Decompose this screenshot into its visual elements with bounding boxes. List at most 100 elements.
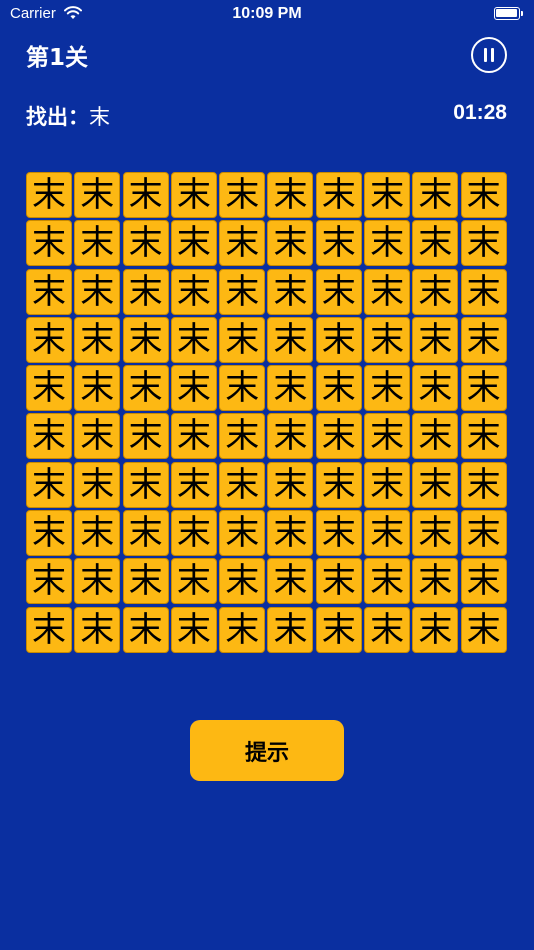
grid-tile[interactable]: 末 xyxy=(315,461,362,508)
grid-tile[interactable]: 末 xyxy=(219,365,266,412)
grid-tile[interactable]: 末 xyxy=(412,558,459,605)
grid-tile[interactable]: 末 xyxy=(74,365,121,412)
grid-tile[interactable]: 末 xyxy=(122,461,169,508)
grid-tile[interactable]: 末 xyxy=(26,461,72,508)
grid-tile[interactable]: 末 xyxy=(460,413,507,460)
grid-tile[interactable]: 末 xyxy=(267,268,314,315)
grid-tile[interactable]: 末 xyxy=(170,316,217,363)
grid-tile[interactable]: 末 xyxy=(219,268,266,315)
grid-tile[interactable]: 末 xyxy=(364,172,411,218)
grid-tile[interactable]: 末 xyxy=(74,558,121,605)
grid-tile[interactable]: 末 xyxy=(122,268,169,315)
grid-tile[interactable]: 末 xyxy=(364,316,411,363)
grid-tile[interactable]: 末 xyxy=(122,172,169,218)
grid-tile[interactable]: 末 xyxy=(74,606,121,653)
grid-tile[interactable]: 末 xyxy=(460,316,507,363)
grid-tile[interactable]: 末 xyxy=(364,365,411,412)
grid-tile[interactable]: 末 xyxy=(219,172,266,218)
grid-tile[interactable]: 末 xyxy=(364,268,411,315)
grid-tile[interactable]: 末 xyxy=(412,220,459,267)
grid-tile[interactable]: 末 xyxy=(219,461,266,508)
grid-tile[interactable]: 末 xyxy=(74,316,121,363)
grid-tile[interactable]: 末 xyxy=(460,558,507,605)
grid-tile[interactable]: 末 xyxy=(170,413,217,460)
grid-tile[interactable]: 末 xyxy=(315,172,362,218)
grid-tile[interactable]: 末 xyxy=(74,413,121,460)
grid-tile[interactable]: 末 xyxy=(364,461,411,508)
grid-tile[interactable]: 末 xyxy=(460,220,507,267)
grid-tile[interactable]: 末 xyxy=(364,558,411,605)
grid-tile[interactable]: 末 xyxy=(170,461,217,508)
grid-tile[interactable]: 末 xyxy=(460,461,507,508)
grid-tile[interactable]: 末 xyxy=(26,510,72,557)
grid-tile[interactable]: 末 xyxy=(170,606,217,653)
grid-tile[interactable]: 末 xyxy=(26,413,72,460)
grid-tile[interactable]: 末 xyxy=(315,510,362,557)
grid-tile[interactable]: 末 xyxy=(74,268,121,315)
grid-tile[interactable]: 末 xyxy=(74,510,121,557)
grid-tile[interactable]: 末 xyxy=(26,220,72,267)
grid-tile[interactable]: 末 xyxy=(219,558,266,605)
grid-tile[interactable]: 末 xyxy=(170,365,217,412)
grid-tile[interactable]: 末 xyxy=(122,413,169,460)
grid-tile[interactable]: 末 xyxy=(460,172,507,218)
grid-tile[interactable]: 末 xyxy=(170,220,217,267)
grid-tile[interactable]: 末 xyxy=(122,365,169,412)
grid-tile[interactable]: 末 xyxy=(364,413,411,460)
grid-tile[interactable]: 末 xyxy=(267,606,314,653)
grid-tile[interactable]: 末 xyxy=(122,606,169,653)
grid-tile[interactable]: 末 xyxy=(364,220,411,267)
grid-tile[interactable]: 末 xyxy=(315,365,362,412)
grid-tile[interactable]: 末 xyxy=(315,316,362,363)
grid-tile[interactable]: 末 xyxy=(364,510,411,557)
grid-tile[interactable]: 末 xyxy=(74,220,121,267)
grid-tile[interactable]: 末 xyxy=(26,268,72,315)
hint-button[interactable]: 提示 xyxy=(190,720,344,781)
grid-tile[interactable]: 末 xyxy=(74,461,121,508)
grid-tile[interactable]: 末 xyxy=(219,220,266,267)
grid-tile[interactable]: 末 xyxy=(315,606,362,653)
grid-tile[interactable]: 末 xyxy=(122,510,169,557)
grid-tile[interactable]: 末 xyxy=(412,316,459,363)
grid-tile[interactable]: 末 xyxy=(26,365,72,412)
grid-tile[interactable]: 末 xyxy=(315,268,362,315)
grid-tile[interactable]: 末 xyxy=(315,220,362,267)
grid-tile[interactable]: 末 xyxy=(267,413,314,460)
grid-tile[interactable]: 末 xyxy=(315,413,362,460)
grid-tile[interactable]: 末 xyxy=(364,606,411,653)
grid-tile[interactable]: 末 xyxy=(26,172,72,218)
grid-tile[interactable]: 末 xyxy=(122,558,169,605)
grid-tile[interactable]: 末 xyxy=(170,172,217,218)
grid-tile[interactable]: 末 xyxy=(170,268,217,315)
grid-tile[interactable]: 末 xyxy=(315,558,362,605)
grid-tile[interactable]: 末 xyxy=(267,316,314,363)
grid-tile[interactable]: 末 xyxy=(412,365,459,412)
grid-tile[interactable]: 末 xyxy=(412,268,459,315)
grid-tile[interactable]: 末 xyxy=(122,220,169,267)
grid-tile[interactable]: 末 xyxy=(26,558,72,605)
grid-tile[interactable]: 末 xyxy=(219,413,266,460)
grid-tile[interactable]: 末 xyxy=(122,316,169,363)
grid-tile[interactable]: 末 xyxy=(412,172,459,218)
grid-tile[interactable]: 末 xyxy=(460,510,507,557)
grid-tile[interactable]: 末 xyxy=(460,268,507,315)
grid-tile[interactable]: 末 xyxy=(460,365,507,412)
grid-tile[interactable]: 末 xyxy=(267,172,314,218)
grid-tile[interactable]: 末 xyxy=(460,606,507,653)
grid-tile[interactable]: 末 xyxy=(170,558,217,605)
grid-tile[interactable]: 末 xyxy=(170,510,217,557)
grid-tile[interactable]: 末 xyxy=(74,172,121,218)
grid-tile[interactable]: 末 xyxy=(26,316,72,363)
grid-tile[interactable]: 末 xyxy=(412,606,459,653)
grid-tile[interactable]: 末 xyxy=(412,510,459,557)
grid-tile[interactable]: 末 xyxy=(267,220,314,267)
grid-tile[interactable]: 末 xyxy=(412,413,459,460)
grid-tile[interactable]: 末 xyxy=(412,461,459,508)
grid-tile[interactable]: 末 xyxy=(219,606,266,653)
grid-tile[interactable]: 末 xyxy=(267,461,314,508)
grid-tile[interactable]: 末 xyxy=(219,510,266,557)
grid-tile[interactable]: 末 xyxy=(26,606,72,653)
grid-tile[interactable]: 末 xyxy=(267,365,314,412)
pause-button[interactable] xyxy=(471,37,507,73)
grid-tile[interactable]: 末 xyxy=(267,558,314,605)
